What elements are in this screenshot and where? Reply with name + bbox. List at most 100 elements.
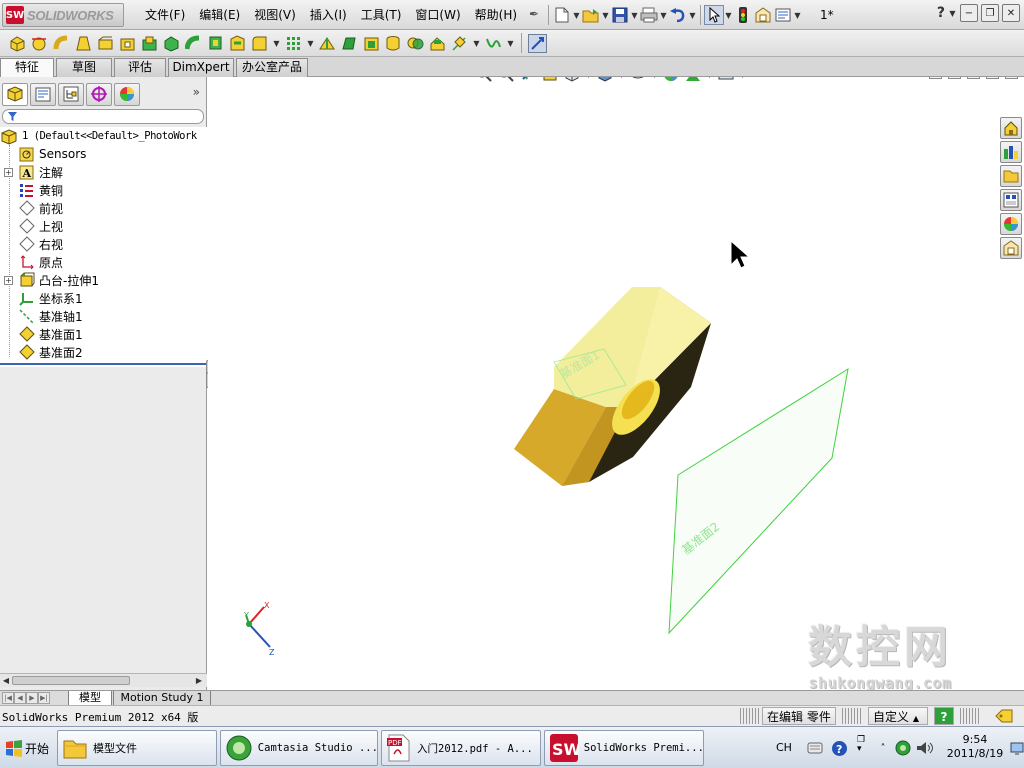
fillet-icon[interactable] [250, 34, 269, 53]
viewport-tile-icon[interactable]: ▣ [929, 77, 942, 79]
lofted-boss-icon[interactable] [74, 34, 93, 53]
open-folder-icon[interactable] [581, 5, 601, 25]
view-settings-dropdown-icon[interactable]: ▼ [738, 77, 747, 79]
select-arrow-icon[interactable] [704, 5, 724, 25]
feature-tree-filter[interactable] [2, 109, 204, 124]
swept-cut-icon[interactable] [184, 34, 203, 53]
display-style-dropdown-icon[interactable]: ▼ [617, 77, 626, 79]
tree-item-annotations[interactable]: + A 注解 [0, 163, 207, 181]
dome-icon[interactable] [428, 34, 447, 53]
property-manager-tab-icon[interactable] [30, 82, 56, 106]
display-style-icon[interactable] [595, 77, 615, 84]
apply-scene-dropdown-icon[interactable]: ▼ [705, 77, 714, 79]
print-dropdown-icon[interactable]: ▼ [659, 11, 668, 20]
pattern-dropdown-icon[interactable]: ▼ [306, 39, 315, 48]
tree-item-coordinate-system[interactable]: 坐标系1 [0, 289, 207, 307]
hole-wizard-icon[interactable] [140, 34, 159, 53]
edit-appearance-icon[interactable] [661, 77, 681, 84]
scrollbar-thumb[interactable] [12, 676, 130, 685]
boundary-cut-icon[interactable] [228, 34, 247, 53]
view-settings-icon[interactable] [716, 77, 736, 84]
new-dropdown-icon[interactable]: ▼ [572, 11, 581, 20]
view-orientation-icon[interactable] [562, 77, 582, 84]
reference-plane-2[interactable]: 基准面2 [668, 367, 849, 635]
tree-item-material[interactable]: 黄铜 [0, 181, 207, 199]
rib-icon[interactable] [318, 34, 337, 53]
hex-nut-part[interactable]: 基准面1 [514, 287, 711, 486]
expand-panel-chevron-icon[interactable]: » [193, 85, 200, 99]
scroll-right-arrow-icon[interactable]: ▶ [193, 675, 205, 686]
tab-features[interactable]: 特征 [0, 58, 54, 78]
rollback-bar[interactable] [0, 363, 207, 365]
swept-boss-icon[interactable] [52, 34, 71, 53]
tree-item-boss-extrude[interactable]: + 凸台-拉伸1 [0, 271, 207, 289]
graphics-area[interactable]: 基准面2 基准面1 X Y Z [208, 77, 1024, 690]
select-dropdown-icon[interactable]: ▼ [724, 11, 733, 20]
reference-geometry-dropdown-icon[interactable]: ▼ [472, 39, 481, 48]
status-tag-icon[interactable] [994, 708, 1014, 727]
previous-view-icon[interactable] [518, 77, 538, 84]
tree-item-plane2[interactable]: 基准面2 [0, 343, 207, 361]
custom-properties-icon[interactable] [1000, 237, 1022, 259]
print-icon[interactable] [639, 5, 659, 25]
scroll-left-arrow-icon[interactable]: ◀ [0, 675, 12, 686]
menu-window[interactable]: 窗口(W) [408, 7, 467, 23]
open-dropdown-icon[interactable]: ▼ [601, 11, 610, 20]
last-tab-arrow-icon[interactable]: ▶| [38, 692, 50, 704]
taskbar-item-camtasia[interactable]: Camtasia Studio ... [220, 730, 378, 766]
taskbar-item-folder[interactable]: 模型文件 [57, 730, 217, 766]
draft-icon[interactable] [340, 34, 359, 53]
curves-icon[interactable] [484, 34, 503, 53]
reference-geometry-icon[interactable] [450, 34, 469, 53]
tree-item-axis[interactable]: 基准轴1 [0, 307, 207, 325]
expand-plus-icon[interactable]: + [4, 167, 13, 177]
extruded-boss-icon[interactable] [8, 34, 27, 53]
tree-item-right-plane[interactable]: 右视 [0, 235, 207, 253]
boundary-boss-icon[interactable] [96, 34, 115, 53]
undo-dropdown-icon[interactable]: ▼ [688, 11, 697, 20]
close-window-button[interactable]: ✕ [1002, 4, 1020, 22]
design-library-icon[interactable] [1000, 141, 1022, 163]
taskbar-item-pdf[interactable]: PDF 入门2012.pdf - A... [381, 730, 541, 766]
tree-item-top-plane[interactable]: 上视 [0, 217, 207, 235]
network-status-icon[interactable] [894, 739, 912, 757]
tree-item-front-plane[interactable]: 前视 [0, 199, 207, 217]
help-dropdown-icon[interactable]: ▼ [948, 9, 957, 18]
help-circle-icon[interactable]: ? [830, 739, 848, 757]
status-help-icon[interactable]: ? [934, 707, 954, 725]
tree-root-part[interactable]: 1 (Default<<Default>_PhotoWork [0, 127, 207, 145]
appearances-icon[interactable] [1000, 213, 1022, 235]
taskbar-item-solidworks[interactable]: SW SolidWorks Premi... [544, 730, 704, 766]
file-explorer-icon[interactable] [1000, 165, 1022, 187]
menu-insert[interactable]: 插入(I) [303, 7, 354, 23]
next-tab-arrow-icon[interactable]: ▶ [26, 692, 38, 704]
extruded-cut-icon[interactable] [118, 34, 137, 53]
tab-dimxpert[interactable]: DimXpert [168, 58, 234, 77]
menu-view[interactable]: 视图(V) [247, 7, 303, 23]
save-dropdown-icon[interactable]: ▼ [630, 11, 639, 20]
system-clock[interactable]: 9:54 2011/8/19 [940, 733, 1010, 761]
viewport-cascade-icon[interactable]: ▢ [948, 77, 961, 79]
pin-menu-icon[interactable]: ✒ [524, 7, 544, 23]
solidworks-resources-icon[interactable] [1000, 117, 1022, 139]
start-button[interactable]: 开始 [2, 732, 54, 764]
first-tab-arrow-icon[interactable]: |◀ [2, 692, 14, 704]
menu-edit[interactable]: 编辑(E) [192, 7, 247, 23]
expand-plus-icon[interactable]: + [4, 275, 13, 285]
wrap-icon[interactable] [384, 34, 403, 53]
file-properties-icon[interactable] [753, 5, 773, 25]
revolved-cut-icon[interactable] [162, 34, 181, 53]
tab-evaluate[interactable]: 评估 [114, 58, 166, 77]
apply-scene-icon[interactable] [683, 77, 703, 84]
traffic-light-icon[interactable] [733, 5, 753, 25]
tab-sketch[interactable]: 草图 [56, 58, 112, 77]
view-palette-icon[interactable] [1000, 189, 1022, 211]
tray-expand-chevron-icon[interactable]: ˄ [874, 739, 892, 757]
view-orientation-dropdown-icon[interactable]: ▼ [584, 77, 593, 79]
options-icon[interactable] [773, 5, 793, 25]
lofted-cut-icon[interactable] [206, 34, 225, 53]
revolved-boss-icon[interactable] [30, 34, 49, 53]
linear-pattern-icon[interactable] [284, 34, 303, 53]
hide-show-dropdown-icon[interactable]: ▼ [650, 77, 659, 79]
tab-motion-study[interactable]: Motion Study 1 [113, 691, 211, 706]
